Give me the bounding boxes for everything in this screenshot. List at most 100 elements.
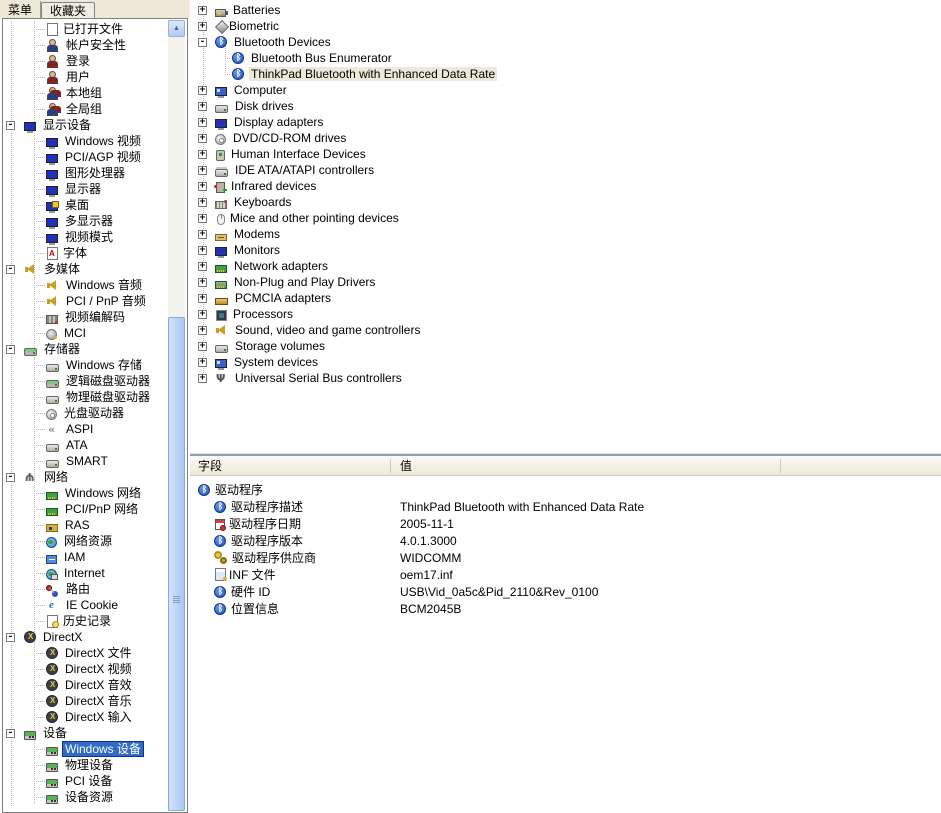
- expander-plus-icon[interactable]: +: [198, 134, 207, 143]
- property-row[interactable]: 驱动程序供应商WIDCOMM: [190, 549, 941, 566]
- sidebar-item[interactable]: 帐户安全性: [3, 37, 168, 53]
- sidebar-item[interactable]: PCI / PnP 音频: [3, 293, 168, 309]
- device-tree-item[interactable]: +Biometric: [190, 18, 941, 34]
- sidebar-item[interactable]: 视频编解码: [3, 309, 168, 325]
- device-tree-item[interactable]: -Bluetooth Devices: [190, 34, 941, 50]
- sidebar-item[interactable]: -存储器: [3, 341, 168, 357]
- sidebar-item[interactable]: ATA: [3, 437, 168, 453]
- device-tree-item[interactable]: +Disk drives: [190, 98, 941, 114]
- property-row[interactable]: 驱动程序版本4.0.1.3000: [190, 532, 941, 549]
- sidebar-item[interactable]: 逻辑磁盘驱动器: [3, 373, 168, 389]
- sidebar-item[interactable]: PCI/PnP 网络: [3, 501, 168, 517]
- device-tree-item[interactable]: +PCMCIA adapters: [190, 290, 941, 306]
- expander-plus-icon[interactable]: +: [198, 262, 207, 271]
- sidebar-item[interactable]: PCI 设备: [3, 773, 168, 789]
- sidebar-item[interactable]: 用户: [3, 69, 168, 85]
- property-row[interactable]: INF 文件oem17.inf: [190, 566, 941, 583]
- expander-plus-icon[interactable]: +: [198, 374, 207, 383]
- scrollbar-thumb[interactable]: [168, 317, 185, 811]
- sidebar-scrollbar[interactable]: ▲: [168, 20, 185, 811]
- sidebar-item[interactable]: -网络: [3, 469, 168, 485]
- sidebar-item[interactable]: 本地组: [3, 85, 168, 101]
- sidebar-item[interactable]: 显示器: [3, 181, 168, 197]
- sidebar-item[interactable]: 桌面: [3, 197, 168, 213]
- device-tree-item[interactable]: +Storage volumes: [190, 338, 941, 354]
- sidebar-item[interactable]: DirectX 音乐: [3, 693, 168, 709]
- device-tree-item[interactable]: +Infrared devices: [190, 178, 941, 194]
- sidebar-item[interactable]: 设备资源: [3, 789, 168, 805]
- sidebar-item[interactable]: Internet: [3, 565, 168, 581]
- expander-plus-icon[interactable]: +: [198, 326, 207, 335]
- expander-plus-icon[interactable]: +: [198, 358, 207, 367]
- sidebar-item[interactable]: SMART: [3, 453, 168, 469]
- property-row[interactable]: 驱动程序描述ThinkPad Bluetooth with Enhanced D…: [190, 498, 941, 515]
- expander-minus-icon[interactable]: -: [6, 633, 15, 642]
- column-divider[interactable]: [780, 459, 781, 473]
- device-tree-item[interactable]: +Monitors: [190, 242, 941, 258]
- sidebar-item[interactable]: DirectX 音效: [3, 677, 168, 693]
- sidebar-item[interactable]: 多显示器: [3, 213, 168, 229]
- expander-plus-icon[interactable]: +: [198, 86, 207, 95]
- sidebar-item[interactable]: Windows 网络: [3, 485, 168, 501]
- device-tree-item[interactable]: +Sound, video and game controllers: [190, 322, 941, 338]
- expander-plus-icon[interactable]: +: [198, 230, 207, 239]
- sidebar-item[interactable]: 物理磁盘驱动器: [3, 389, 168, 405]
- device-tree-item[interactable]: +IDE ATA/ATAPI controllers: [190, 162, 941, 178]
- sidebar-item[interactable]: 网络资源: [3, 533, 168, 549]
- expander-plus-icon[interactable]: +: [198, 6, 207, 15]
- sidebar-item[interactable]: PCI/AGP 视频: [3, 149, 168, 165]
- expander-plus-icon[interactable]: +: [198, 198, 207, 207]
- device-tree-item[interactable]: +Modems: [190, 226, 941, 242]
- device-tree-item[interactable]: +Universal Serial Bus controllers: [190, 370, 941, 386]
- expander-plus-icon[interactable]: +: [198, 118, 207, 127]
- expander-minus-icon[interactable]: -: [6, 473, 15, 482]
- field-column-header[interactable]: 字段: [190, 457, 390, 475]
- value-column-header[interactable]: 值: [390, 457, 412, 475]
- expander-plus-icon[interactable]: +: [198, 22, 207, 31]
- expander-minus-icon[interactable]: -: [198, 38, 207, 47]
- sidebar-item[interactable]: MCI: [3, 325, 168, 341]
- sidebar-item[interactable]: 物理设备: [3, 757, 168, 773]
- device-tree-item[interactable]: ThinkPad Bluetooth with Enhanced Data Ra…: [190, 66, 941, 82]
- expander-plus-icon[interactable]: +: [198, 182, 207, 191]
- sidebar-item[interactable]: 光盘驱动器: [3, 405, 168, 421]
- expander-plus-icon[interactable]: +: [198, 166, 207, 175]
- sidebar-item[interactable]: -显示设备: [3, 117, 168, 133]
- expander-plus-icon[interactable]: +: [198, 150, 207, 159]
- sidebar-item[interactable]: 路由: [3, 581, 168, 597]
- sidebar-item[interactable]: Windows 音频: [3, 277, 168, 293]
- sidebar-item[interactable]: 全局组: [3, 101, 168, 117]
- expander-plus-icon[interactable]: +: [198, 278, 207, 287]
- sidebar-item[interactable]: RAS: [3, 517, 168, 533]
- device-tree-item[interactable]: +Human Interface Devices: [190, 146, 941, 162]
- device-tree-item[interactable]: +DVD/CD-ROM drives: [190, 130, 941, 146]
- device-tree-item[interactable]: +Processors: [190, 306, 941, 322]
- tab-menu[interactable]: 菜单: [0, 1, 41, 19]
- device-tree-item[interactable]: +Batteries: [190, 2, 941, 18]
- sidebar-item[interactable]: Windows 设备: [3, 741, 168, 757]
- expander-minus-icon[interactable]: -: [6, 265, 15, 274]
- expander-plus-icon[interactable]: +: [198, 342, 207, 351]
- sidebar-item[interactable]: ASPI: [3, 421, 168, 437]
- sidebar-item[interactable]: -设备: [3, 725, 168, 741]
- sidebar-item[interactable]: Windows 视频: [3, 133, 168, 149]
- expander-plus-icon[interactable]: +: [198, 214, 207, 223]
- property-row[interactable]: 驱动程序: [190, 481, 941, 498]
- property-row[interactable]: 驱动程序日期2005-11-1: [190, 515, 941, 532]
- scroll-up-button[interactable]: ▲: [168, 20, 185, 37]
- device-tree-item[interactable]: +Mice and other pointing devices: [190, 210, 941, 226]
- expander-plus-icon[interactable]: +: [198, 310, 207, 319]
- device-tree-item[interactable]: +Network adapters: [190, 258, 941, 274]
- sidebar-item[interactable]: 图形处理器: [3, 165, 168, 181]
- device-tree-item[interactable]: +Non-Plug and Play Drivers: [190, 274, 941, 290]
- sidebar-item[interactable]: -DirectX: [3, 629, 168, 645]
- expander-plus-icon[interactable]: +: [198, 246, 207, 255]
- sidebar-item[interactable]: IAM: [3, 549, 168, 565]
- device-tree-item[interactable]: Bluetooth Bus Enumerator: [190, 50, 941, 66]
- device-tree-item[interactable]: +Keyboards: [190, 194, 941, 210]
- sidebar-item[interactable]: Windows 存储: [3, 357, 168, 373]
- property-row[interactable]: 硬件 IDUSB\Vid_0a5c&Pid_2110&Rev_0100: [190, 583, 941, 600]
- sidebar-item[interactable]: 登录: [3, 53, 168, 69]
- property-row[interactable]: 位置信息BCM2045B: [190, 600, 941, 617]
- expander-minus-icon[interactable]: -: [6, 729, 15, 738]
